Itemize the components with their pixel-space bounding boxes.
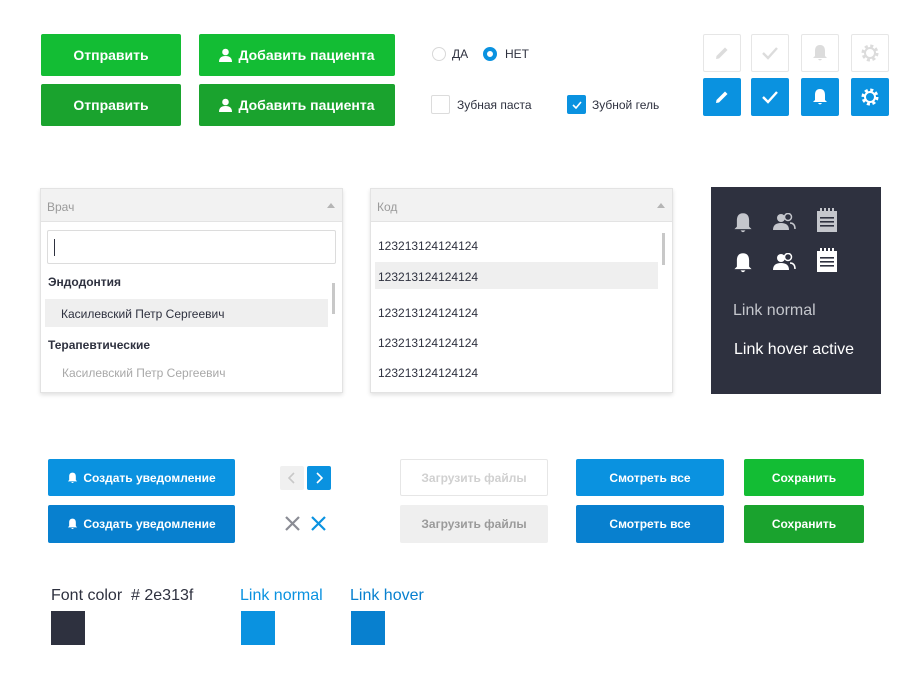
close-icon[interactable] bbox=[285, 516, 300, 531]
notepad-icon[interactable] bbox=[816, 208, 838, 233]
create-notification-label: Создать уведомление bbox=[83, 517, 216, 531]
pencil-icon bbox=[716, 47, 728, 59]
list-item[interactable]: 123213124124124 bbox=[378, 239, 478, 253]
add-patient-label: Добавить пациента bbox=[238, 47, 375, 63]
link-normal[interactable]: Link normal bbox=[733, 302, 816, 320]
save-label: Сохранить bbox=[771, 470, 837, 485]
chevron-left-icon bbox=[288, 472, 295, 484]
doctor-search-input[interactable] bbox=[47, 230, 336, 264]
list-item[interactable]: 123213124124124 bbox=[378, 366, 478, 380]
check-icon bbox=[762, 91, 778, 104]
bell-icon bbox=[68, 518, 78, 529]
save-button-hover[interactable]: Сохранить bbox=[744, 505, 864, 543]
dark-panel: Link normal Link hover active bbox=[711, 187, 881, 394]
link-normal-swatch bbox=[241, 611, 275, 645]
pencil-icon bbox=[716, 91, 728, 103]
check-button-disabled[interactable] bbox=[751, 34, 789, 72]
send-button[interactable]: Отправить bbox=[41, 34, 181, 76]
radio-no-label: НЕТ bbox=[505, 47, 529, 61]
code-dropdown-header[interactable]: Код bbox=[371, 189, 672, 222]
add-patient-button-hover[interactable]: Добавить пациента bbox=[199, 84, 395, 126]
doctor-dropdown[interactable]: Врач Эндодонтия Касилевский Петр Сергеев… bbox=[40, 188, 343, 393]
list-item: Касилевский Петр Сергеевич bbox=[61, 307, 225, 321]
bell-button-disabled[interactable] bbox=[801, 34, 839, 72]
pager-next-button[interactable] bbox=[307, 466, 331, 490]
upload-files-label: Загрузить файлы bbox=[421, 517, 527, 531]
toothpaste-checkbox[interactable] bbox=[431, 95, 450, 114]
pencil-button[interactable] bbox=[703, 78, 741, 116]
list-item-highlight[interactable]: Касилевский Петр Сергеевич bbox=[45, 299, 328, 327]
code-dropdown-placeholder: Код bbox=[377, 200, 398, 214]
link-hover-caption: Link hover bbox=[350, 587, 424, 604]
code-dropdown[interactable]: Код 123213124124124 123213124124124 1232… bbox=[370, 188, 673, 393]
scrollbar[interactable] bbox=[662, 233, 665, 265]
scrollbar[interactable] bbox=[332, 283, 335, 314]
font-color-swatch bbox=[51, 611, 85, 645]
close-icon[interactable] bbox=[311, 516, 326, 531]
send-button-hover[interactable]: Отправить bbox=[41, 84, 181, 126]
link-hover-active[interactable]: Link hover active bbox=[734, 341, 854, 359]
view-all-label: Смотреть все bbox=[609, 470, 691, 485]
text-cursor bbox=[54, 239, 55, 256]
create-notification-button[interactable]: Создать уведомление bbox=[48, 459, 235, 496]
list-item[interactable]: 123213124124124 bbox=[378, 336, 478, 350]
pager-prev-button[interactable] bbox=[280, 466, 304, 490]
upload-files-label: Загрузить файлы bbox=[421, 470, 527, 485]
caret-up-icon bbox=[657, 203, 665, 208]
gear-icon bbox=[861, 88, 879, 106]
chevron-right-icon bbox=[316, 472, 323, 484]
gel-checkbox[interactable] bbox=[567, 95, 586, 114]
user-icon bbox=[219, 98, 233, 112]
users-icon[interactable] bbox=[772, 253, 796, 271]
view-all-button-hover[interactable]: Смотреть все bbox=[576, 505, 724, 543]
view-all-label: Смотреть все bbox=[609, 517, 691, 531]
check-icon bbox=[762, 47, 778, 60]
upload-files-button-disabled[interactable]: Загрузить файлы bbox=[400, 459, 548, 496]
add-patient-button[interactable]: Добавить пациента bbox=[199, 34, 395, 76]
link-hover-swatch bbox=[351, 611, 385, 645]
gear-button[interactable] bbox=[851, 78, 889, 116]
doctor-dropdown-header[interactable]: Врач bbox=[41, 189, 342, 222]
add-patient-label: Добавить пациента bbox=[238, 97, 375, 113]
bell-icon[interactable] bbox=[733, 212, 753, 234]
list-item: 123213124124124 bbox=[378, 270, 479, 284]
link-normal-caption: Link normal bbox=[240, 587, 323, 604]
send-button-label: Отправить bbox=[73, 97, 149, 113]
list-item[interactable]: 123213124124124 bbox=[378, 306, 478, 320]
bell-icon bbox=[813, 89, 827, 105]
gel-label: Зубной гель bbox=[592, 98, 660, 112]
create-notification-label: Создать уведомление bbox=[83, 470, 216, 485]
bell-icon[interactable] bbox=[733, 252, 753, 274]
bell-button[interactable] bbox=[801, 78, 839, 116]
font-color-caption: Font color # 2e313f bbox=[51, 587, 194, 604]
list-item-highlight[interactable]: 123213124124124 bbox=[375, 262, 658, 289]
save-button[interactable]: Сохранить bbox=[744, 459, 864, 496]
view-all-button[interactable]: Смотреть все bbox=[576, 459, 724, 496]
group-title: Эндодонтия bbox=[48, 275, 122, 289]
notepad-icon[interactable] bbox=[816, 248, 838, 273]
list-item[interactable]: Касилевский Петр Сергеевич bbox=[62, 366, 225, 380]
user-icon bbox=[219, 48, 233, 62]
upload-files-button[interactable]: Загрузить файлы bbox=[400, 505, 548, 543]
send-button-label: Отправить bbox=[73, 47, 149, 63]
bell-icon bbox=[68, 472, 78, 483]
gear-icon bbox=[861, 44, 879, 62]
caret-up-icon bbox=[327, 203, 335, 208]
doctor-dropdown-placeholder: Врач bbox=[47, 200, 75, 214]
radio-no[interactable] bbox=[483, 47, 497, 61]
create-notification-button-hover[interactable]: Создать уведомление bbox=[48, 505, 235, 543]
gear-button-disabled[interactable] bbox=[851, 34, 889, 72]
radio-yes[interactable] bbox=[432, 47, 446, 61]
group-title: Терапевтические bbox=[48, 338, 151, 352]
bell-icon bbox=[813, 45, 827, 61]
users-icon[interactable] bbox=[772, 213, 796, 231]
save-label: Сохранить bbox=[771, 517, 837, 531]
radio-yes-label: ДА bbox=[452, 47, 469, 61]
check-icon bbox=[571, 100, 582, 109]
toothpaste-label: Зубная паста bbox=[457, 98, 532, 112]
check-button[interactable] bbox=[751, 78, 789, 116]
pencil-button-disabled[interactable] bbox=[703, 34, 741, 72]
